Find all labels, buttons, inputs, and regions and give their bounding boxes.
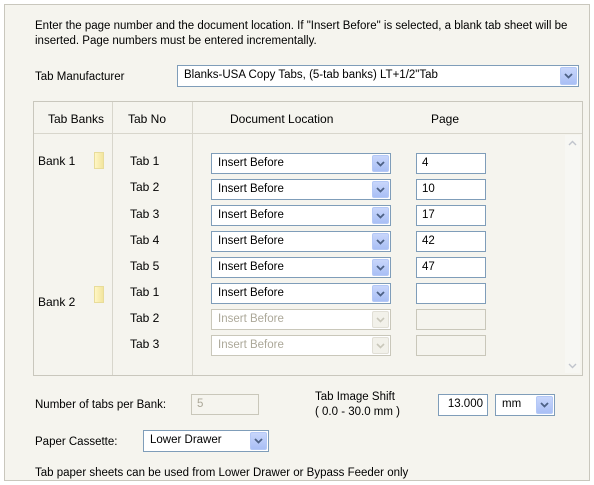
tab-table: Tab Banks Tab No Document Location Page … bbox=[33, 101, 583, 376]
chevron-down-icon bbox=[372, 337, 389, 354]
tab-manufacturer-select[interactable]: Blanks-USA Copy Tabs, (5-tab banks) LT+1… bbox=[177, 65, 579, 87]
document-location-value: Insert Before bbox=[218, 209, 284, 221]
page-input[interactable]: 10 bbox=[416, 179, 486, 200]
paper-cassette-value: Lower Drawer bbox=[150, 434, 222, 446]
document-location-select[interactable]: Insert Before bbox=[211, 153, 391, 174]
tab-manufacturer-value: Blanks-USA Copy Tabs, (5-tab banks) LT+1… bbox=[184, 69, 438, 81]
tab-settings-panel: Enter the page number and the document l… bbox=[4, 4, 590, 481]
tab-number: Tab 5 bbox=[130, 259, 160, 273]
header-tab-no: Tab No bbox=[128, 112, 167, 126]
tab-image-shift-label: Tab Image Shift bbox=[315, 391, 395, 403]
scroll-up-icon[interactable] bbox=[565, 135, 580, 150]
bank-2-label: Bank 2 bbox=[38, 295, 76, 309]
page-input[interactable]: 42 bbox=[416, 231, 486, 252]
tab-number: Tab 1 bbox=[130, 285, 160, 299]
unit-value: mm bbox=[502, 398, 522, 410]
instruction-text: Enter the page number and the document l… bbox=[35, 20, 568, 47]
document-location-select[interactable]: Insert Before bbox=[211, 205, 391, 226]
header-page: Page bbox=[431, 112, 460, 126]
folder-icon bbox=[94, 152, 104, 169]
chevron-down-icon[interactable] bbox=[372, 285, 389, 302]
chevron-down-icon[interactable] bbox=[372, 181, 389, 198]
header-document-location: Document Location bbox=[230, 112, 334, 126]
tabs-per-bank-field: 5 bbox=[191, 394, 259, 415]
document-location-select[interactable]: Insert Before bbox=[211, 283, 391, 304]
paper-cassette-select[interactable]: Lower Drawer bbox=[143, 430, 269, 452]
page-input[interactable]: 4 bbox=[416, 153, 486, 174]
tab-number: Tab 2 bbox=[130, 180, 160, 194]
document-location-value: Insert Before bbox=[218, 339, 284, 351]
document-location-value: Insert Before bbox=[218, 157, 284, 169]
tab-number: Tab 2 bbox=[130, 311, 160, 325]
tab-number: Tab 3 bbox=[130, 207, 160, 221]
tab-number: Tab 4 bbox=[130, 233, 160, 247]
scroll-down-icon[interactable] bbox=[565, 358, 580, 373]
chevron-down-icon bbox=[372, 311, 389, 328]
document-location-select[interactable]: Insert Before bbox=[211, 231, 391, 252]
chevron-down-icon[interactable] bbox=[250, 432, 267, 450]
tab-manufacturer-label: Tab Manufacturer bbox=[35, 71, 125, 83]
column-divider bbox=[192, 102, 193, 375]
document-location-value: Insert Before bbox=[218, 183, 284, 195]
column-divider bbox=[112, 102, 113, 375]
chevron-down-icon[interactable] bbox=[372, 155, 389, 172]
paper-cassette-label: Paper Cassette: bbox=[35, 436, 118, 448]
vertical-scrollbar[interactable] bbox=[565, 135, 580, 373]
chevron-down-icon[interactable] bbox=[372, 207, 389, 224]
chevron-down-icon[interactable] bbox=[372, 233, 389, 250]
tab-number: Tab 1 bbox=[130, 154, 160, 168]
unit-select[interactable]: mm bbox=[495, 394, 555, 416]
document-location-value: Insert Before bbox=[218, 261, 284, 273]
document-location-select: Insert Before bbox=[211, 309, 391, 330]
document-location-value: Insert Before bbox=[218, 287, 284, 299]
page-input bbox=[416, 335, 486, 356]
page-input bbox=[416, 309, 486, 330]
chevron-down-icon[interactable] bbox=[560, 67, 577, 85]
page-input[interactable]: 47 bbox=[416, 257, 486, 278]
document-location-select[interactable]: Insert Before bbox=[211, 257, 391, 278]
tab-image-shift-input[interactable]: 13.000 bbox=[438, 394, 488, 416]
bank-1-label: Bank 1 bbox=[38, 154, 76, 168]
tab-image-shift-range: ( 0.0 - 30.0 mm ) bbox=[315, 406, 400, 418]
tabs-per-bank-label: Number of tabs per Bank: bbox=[35, 399, 167, 411]
tab-number: Tab 3 bbox=[130, 337, 160, 351]
chevron-down-icon[interactable] bbox=[372, 259, 389, 276]
page-input[interactable]: 17 bbox=[416, 205, 486, 226]
folder-icon bbox=[94, 286, 104, 303]
document-location-value: Insert Before bbox=[218, 235, 284, 247]
document-location-select: Insert Before bbox=[211, 335, 391, 356]
document-location-value: Insert Before bbox=[218, 313, 284, 325]
chevron-down-icon[interactable] bbox=[536, 396, 553, 414]
table-header: Tab Banks Tab No Document Location Page bbox=[34, 102, 582, 134]
document-location-select[interactable]: Insert Before bbox=[211, 179, 391, 200]
page-input[interactable] bbox=[416, 283, 486, 304]
header-tab-banks: Tab Banks bbox=[48, 112, 105, 126]
footer-note: Tab paper sheets can be used from Lower … bbox=[35, 467, 409, 479]
